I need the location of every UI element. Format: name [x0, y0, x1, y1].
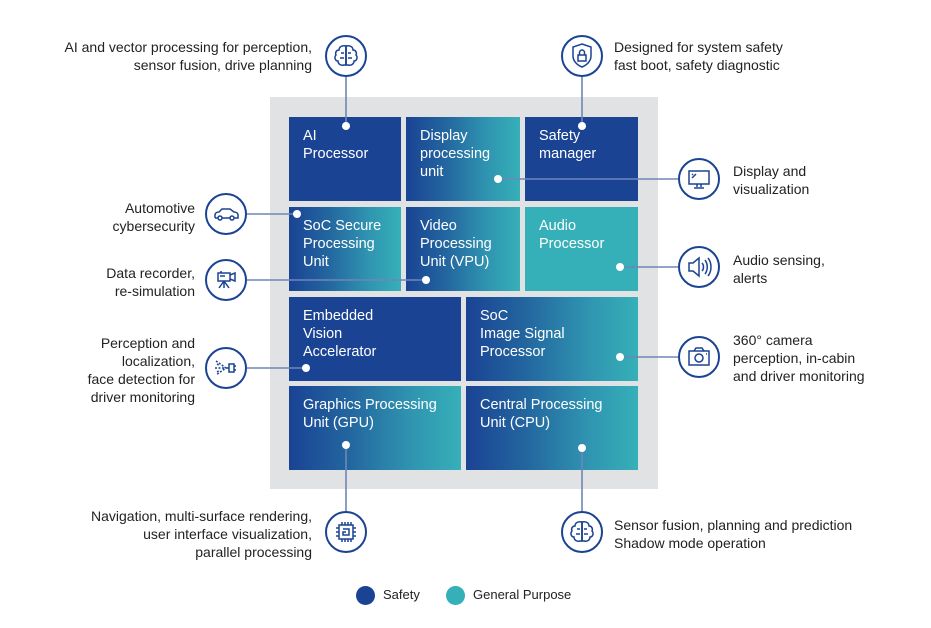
block-label: Video Processing Unit (VPU) [420, 218, 492, 270]
block-label: AI Processor [303, 128, 369, 162]
lidar-sensor-icon [205, 347, 247, 389]
legend-item-safety: Safety [356, 585, 420, 605]
block-label: SoC Secure Processing Unit [303, 218, 382, 270]
caption-data-recorder: Data recorder, re-simulation [106, 265, 195, 299]
block-label: Central Processing Unit (CPU) [480, 397, 603, 431]
block-ai-processor: AI Processor [289, 117, 401, 201]
caption-perception: Perception and localization, face detect… [87, 335, 195, 405]
block-video-processing-unit: Video Processing Unit (VPU) [406, 207, 520, 291]
caption-cybersecurity: Automotive cybersecurity [112, 200, 195, 234]
brain-icon [325, 35, 367, 77]
block-label: Safety manager [539, 128, 597, 162]
legend-label: General Purpose [473, 587, 572, 602]
caption-gpu: Navigation, multi-surface rendering, use… [91, 508, 312, 560]
speaker-icon [678, 246, 720, 288]
legend-label: Safety [383, 587, 420, 602]
block-graphics-processing-unit: Graphics Processing Unit (GPU) [289, 386, 461, 470]
monitor-icon [678, 158, 720, 200]
chip-icon [325, 511, 367, 553]
block-central-processing-unit: Central Processing Unit (CPU) [466, 386, 638, 470]
block-display-processing-unit: Display processing unit [406, 117, 520, 201]
caption-ai: AI and vector processing for perception,… [64, 39, 312, 73]
car-icon [205, 193, 247, 235]
block-soc-image-signal-processor: SoC Image Signal Processor [466, 297, 638, 381]
camera-icon [678, 336, 720, 378]
block-safety-manager: Safety manager [525, 117, 638, 201]
block-label: Embedded Vision Accelerator [303, 308, 377, 360]
caption-cpu: Sensor fusion, planning and prediction S… [614, 517, 853, 551]
legend-item-general-purpose: General Purpose [446, 585, 571, 605]
caption-display: Display and visualization [733, 163, 810, 197]
caption-camera: 360° camera perception, in-cabin and dri… [733, 332, 865, 384]
shield-lock-icon [561, 35, 603, 77]
brain-icon [561, 511, 603, 553]
legend-swatch-safety [356, 585, 375, 605]
block-embedded-vision-accelerator: Embedded Vision Accelerator [289, 297, 461, 381]
block-label: Display processing unit [420, 128, 491, 180]
block-label: SoC Image Signal Processor [480, 308, 565, 360]
block-label: Audio Processor [539, 218, 605, 252]
caption-safety: Designed for system safety fast boot, sa… [614, 39, 783, 73]
legend-swatch-general-purpose [446, 585, 465, 605]
video-camera-icon [205, 259, 247, 301]
block-label: Graphics Processing Unit (GPU) [303, 397, 437, 431]
block-soc-secure-processing-unit: SoC Secure Processing Unit [289, 207, 401, 291]
caption-audio: Audio sensing, alerts [733, 252, 825, 286]
block-audio-processor: Audio Processor [525, 207, 638, 291]
